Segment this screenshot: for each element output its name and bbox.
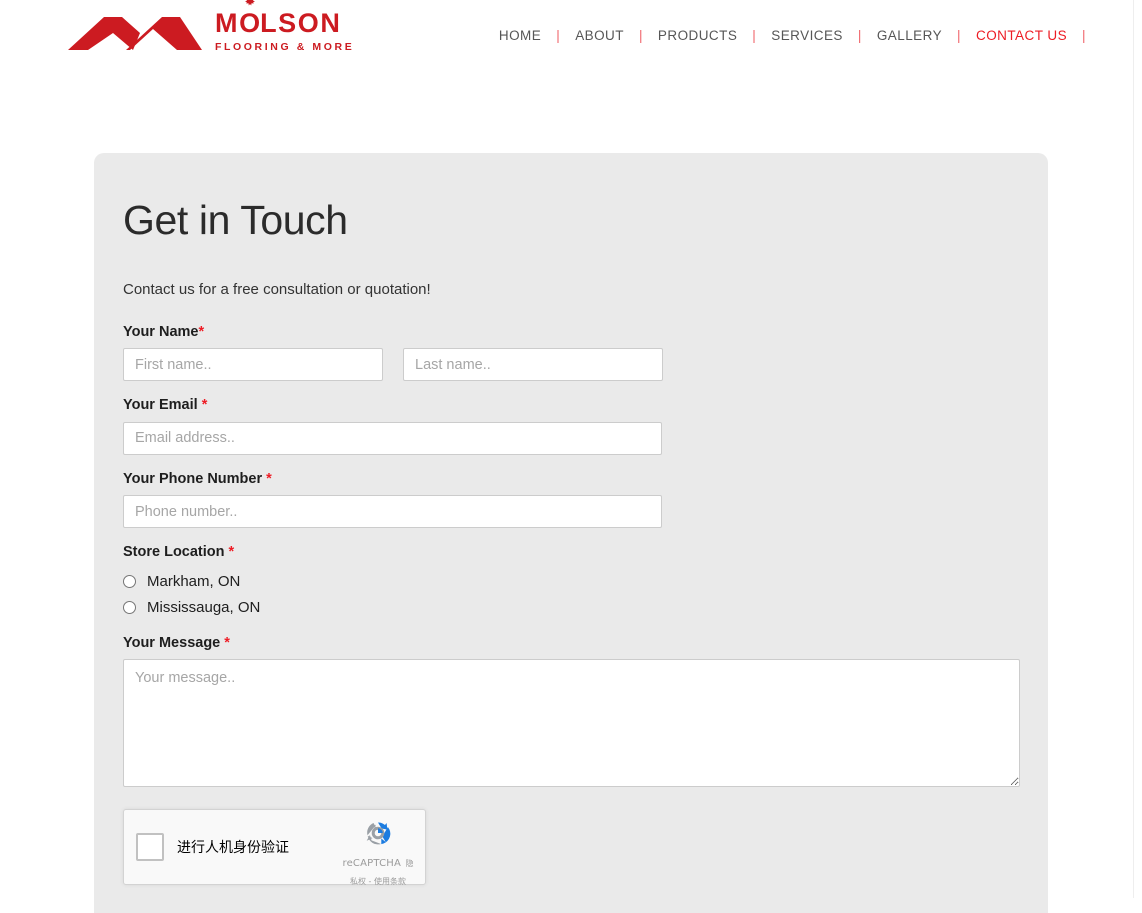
brand-tagline: FLOORING & MORE <box>215 41 355 53</box>
radio-option-markham[interactable]: Markham, ON <box>123 569 996 595</box>
brand-logo[interactable]: MO LSON FLOORING & MORE <box>60 0 355 55</box>
recaptcha-brand-name: reCAPTCHA <box>342 858 402 870</box>
nav-item-about[interactable]: ABOUT <box>573 28 626 43</box>
radio-label-markham: Markham, ON <box>147 573 241 591</box>
page-lede: Contact us for a free consultation or qu… <box>123 281 431 299</box>
page-title: Get in Touch <box>123 197 348 243</box>
nav-item-contact-us[interactable]: CONTACT US <box>974 28 1069 43</box>
email-input[interactable] <box>123 421 662 455</box>
maple-leaf-icon <box>244 0 255 6</box>
field-your-phone: Your Phone Number * <box>123 470 996 529</box>
nav-item-products[interactable]: PRODUCTS <box>656 28 739 43</box>
nav-item-services[interactable]: SERVICES <box>769 28 845 43</box>
required-marker: * <box>228 544 235 561</box>
label-your-phone: Your Phone Number * <box>123 470 272 487</box>
nav-separator: | <box>556 28 561 43</box>
radio-label-mississauga: Mississauga, ON <box>147 599 261 617</box>
radio-option-mississauga[interactable]: Mississauga, ON <box>123 595 996 621</box>
nav-item-gallery[interactable]: GALLERY <box>875 28 944 43</box>
recaptcha-branding: reCAPTCHA 隐私权 - 使用条款 <box>341 818 415 889</box>
phone-input[interactable] <box>123 495 662 529</box>
field-your-message: Your Message * <box>123 634 1020 788</box>
recaptcha-widget[interactable]: 进行人机身份验证 reCAPTCHA 隐私权 - 使用条款 <box>123 809 426 886</box>
required-marker: * <box>201 397 208 414</box>
message-textarea[interactable] <box>123 659 1020 788</box>
nav-separator: | <box>857 28 862 43</box>
recaptcha-checkbox[interactable] <box>136 833 164 862</box>
brand-name: MO LSON <box>215 0 354 38</box>
radio-circle-icon[interactable] <box>123 601 136 615</box>
field-store-location: Store Location * Markham, ON Mississauga… <box>123 544 996 620</box>
label-your-email: Your Email * <box>123 397 208 414</box>
nav-separator: | <box>752 28 757 43</box>
required-marker: * <box>266 470 272 487</box>
brand-name-post: LSON <box>260 8 342 38</box>
contact-form: Your Name* Your Email * Your Phone Numbe… <box>123 324 1020 886</box>
field-your-name: Your Name* <box>123 324 996 382</box>
nav-item-home[interactable]: HOME <box>497 28 543 43</box>
nav-separator: | <box>957 28 962 43</box>
required-marker: * <box>198 324 205 341</box>
nav-separator: | <box>1082 28 1086 43</box>
radio-circle-icon[interactable] <box>123 575 136 589</box>
main-navigation: HOME | ABOUT | PRODUCTS | SERVICES | GAL… <box>497 28 1099 43</box>
last-name-input[interactable] <box>403 348 663 382</box>
recaptcha-logo-icon <box>341 818 415 853</box>
recaptcha-checkbox-label: 进行人机身份验证 <box>177 840 289 857</box>
label-store-location: Store Location * <box>123 544 235 561</box>
field-your-email: Your Email * <box>123 397 996 455</box>
site-header: MO LSON FLOORING & MORE HOME | ABOUT | P… <box>0 0 1133 78</box>
page-scrollbar[interactable] <box>1133 0 1142 898</box>
brand-name-pre: M <box>215 8 240 38</box>
brand-o-with-leaf: O <box>239 0 260 37</box>
label-your-message: Your Message * <box>123 634 230 651</box>
double-chevron-roof-logo-icon <box>60 12 206 54</box>
store-location-radio-group: Markham, ON Mississauga, ON <box>123 569 996 621</box>
first-name-input[interactable] <box>123 348 383 382</box>
brand-wordmark: MO LSON FLOORING & MORE <box>215 0 355 55</box>
contact-card: Get in Touch Contact us for a free consu… <box>94 153 1048 913</box>
nav-separator: | <box>638 28 643 43</box>
label-your-name: Your Name* <box>123 324 205 341</box>
required-marker: * <box>224 634 230 651</box>
